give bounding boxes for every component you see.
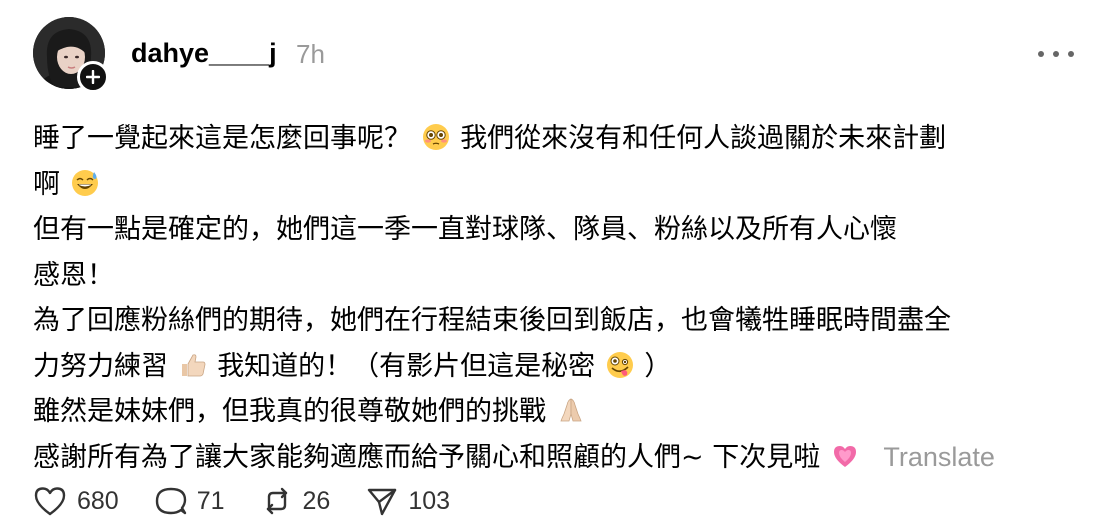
send-icon bbox=[368, 488, 397, 516]
post-text-segment: 感謝所有為了讓大家能夠適應而給予關心和照顧的人們~ 下次見啦 bbox=[33, 441, 821, 473]
more-icon bbox=[1038, 51, 1044, 57]
post-line: 感恩！ bbox=[33, 259, 114, 291]
post-line: 力努力練習 我知道的！（有影片但這是秘密 ） bbox=[33, 344, 1093, 390]
username[interactable]: dahye____j bbox=[131, 38, 277, 69]
post-text: 睡了一覺起來這是怎麼回事呢？ 我們從來沒有和任何人談過關於未來計劃 啊 但有一點… bbox=[33, 116, 1093, 480]
more-icon-dot bbox=[1068, 51, 1074, 57]
post-line: 感謝所有為了讓大家能夠適應而給予關心和照顧的人們~ 下次見啦 Translate bbox=[33, 435, 1093, 481]
comment-icon bbox=[155, 487, 186, 515]
repost-button[interactable]: 26 bbox=[261, 485, 331, 517]
share-count: 103 bbox=[408, 486, 451, 515]
post-line: 為了回應粉絲們的期待，她們在行程結束後回到飯店，也會犧牲睡眠時間盡全 bbox=[33, 305, 951, 336]
post-text-segment: 雖然是妹妹們，但我真的很尊敬她們的挑戰 bbox=[33, 396, 546, 427]
repost-icon bbox=[266, 487, 287, 515]
post-line: 睡了一覺起來這是怎麼回事呢？ 我們從來沒有和任何人談過關於未來計劃 bbox=[33, 116, 1093, 162]
post-text-segment: 我知道的！（有影片但這是秘密 bbox=[217, 350, 596, 382]
reply-button[interactable]: 71 bbox=[155, 485, 225, 517]
zany-face-emoji bbox=[606, 351, 633, 378]
timestamp: 7h bbox=[296, 39, 325, 69]
growing-heart-emoji bbox=[833, 445, 856, 467]
thumbs-up-emoji bbox=[181, 353, 205, 376]
post-line: 啊 bbox=[33, 162, 1093, 208]
post-line: 雖然是妹妹們，但我真的很尊敬她們的挑戰 bbox=[33, 389, 1093, 435]
like-button[interactable]: 680 bbox=[33, 485, 119, 517]
threads-post: dahye____j 7h 睡了一覺起來這是怎麼回事呢？ 我們從來沒有和任何人談… bbox=[0, 0, 1112, 528]
translate-link[interactable]: Translate bbox=[883, 442, 995, 472]
grinning-sweat-emoji bbox=[71, 169, 98, 196]
folded-hands-emoji bbox=[560, 398, 582, 422]
more-options-button[interactable] bbox=[1038, 40, 1074, 68]
share-button[interactable]: 103 bbox=[366, 485, 450, 517]
more-icon-dot bbox=[1053, 51, 1059, 57]
post-text-segment: 啊 bbox=[33, 168, 60, 200]
avatar-container[interactable] bbox=[33, 17, 109, 93]
post-line: 但有一點是確定的，她們這一季一直對球隊、隊員、粉絲以及所有人心懷 bbox=[33, 214, 897, 245]
post-actions: 680 71 26 103 bbox=[33, 482, 486, 520]
post-text-segment: 睡了一覺起來這是怎麼回事呢？ bbox=[33, 123, 411, 154]
follow-button[interactable] bbox=[77, 61, 109, 93]
repost-count: 26 bbox=[302, 486, 331, 515]
reply-count: 71 bbox=[196, 486, 225, 515]
post-text-segment: ） bbox=[644, 350, 672, 382]
like-count: 680 bbox=[77, 486, 119, 515]
heart-icon bbox=[34, 487, 66, 516]
post-text-segment: 力努力練習 bbox=[33, 350, 168, 382]
flushed-face-emoji bbox=[422, 124, 449, 150]
post-text-segment: 我們從來沒有和任何人談過關於未來計劃 bbox=[460, 123, 947, 154]
plus-icon bbox=[86, 70, 100, 84]
